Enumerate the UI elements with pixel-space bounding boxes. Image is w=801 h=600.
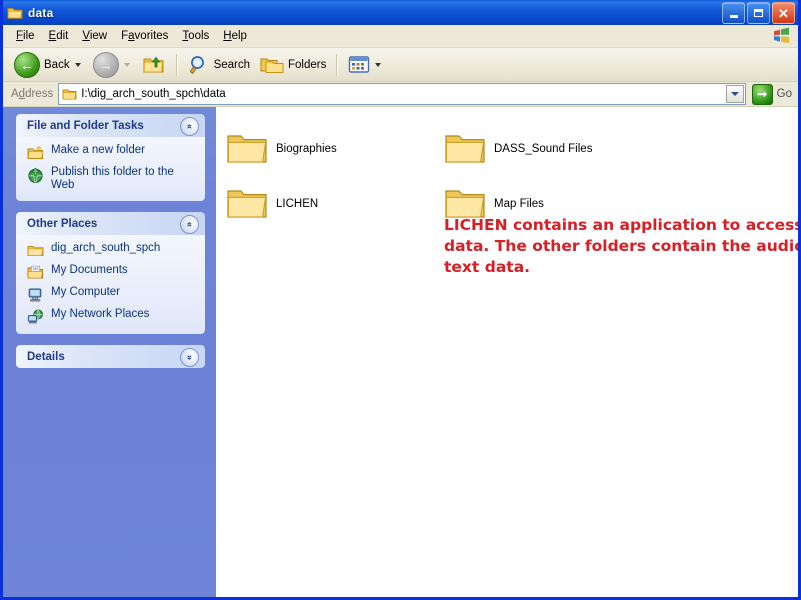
window-title: data: [28, 5, 54, 20]
views-button[interactable]: [343, 52, 388, 78]
panel-title: Other Places: [27, 217, 98, 230]
menu-bar: FFileile Edit View Favorites Tools Help: [3, 25, 798, 48]
panel-title: Details: [27, 350, 65, 363]
up-folder-icon: [142, 54, 166, 76]
maximize-icon: [754, 9, 763, 17]
list-item[interactable]: LICHEN: [216, 176, 434, 231]
place-dig-arch-south-spch[interactable]: dig_arch_south_spch: [27, 242, 197, 259]
new-folder-icon: [27, 145, 44, 161]
address-label: Address: [11, 88, 54, 100]
place-label: My Documents: [51, 264, 128, 276]
title-bar: data ✕: [3, 0, 798, 25]
panel-header-details[interactable]: Details »: [16, 345, 205, 368]
panel-title: File and Folder Tasks: [27, 119, 144, 132]
folder-icon: [27, 243, 44, 259]
folders-icon: [260, 55, 284, 75]
task-publish-this-folder-to-the-web[interactable]: Publish this folder to the Web: [27, 166, 197, 192]
forward-dropdown-icon: [123, 62, 130, 67]
go-arrow-icon: ➞: [751, 83, 773, 105]
publish-web-icon: [27, 167, 44, 183]
menu-item-favorites[interactable]: Favorites: [114, 28, 175, 44]
panel-details: Details »: [16, 345, 205, 368]
annotation-text: LICHEN contains an application to access…: [444, 216, 798, 276]
folder-icon: [226, 187, 268, 221]
back-arrow-icon: ←: [14, 51, 40, 78]
menu-item-view[interactable]: View: [75, 28, 114, 44]
panel-header-other-places[interactable]: Other Places «: [16, 212, 205, 235]
back-label: Back: [44, 58, 70, 71]
title-folder-icon: [7, 6, 23, 20]
place-label: My Computer: [51, 286, 121, 298]
task-label: Publish this folder to the Web: [51, 166, 174, 191]
views-icon: [348, 55, 370, 75]
collapse-chevron-icon[interactable]: «: [180, 117, 199, 136]
my-network-places-icon: [27, 309, 44, 325]
place-label: dig_arch_south_spch: [51, 242, 161, 254]
list-item[interactable]: DASS_Sound Files: [434, 121, 652, 176]
explorer-window: data ✕ FFileile Edit View Favorites Tool…: [0, 0, 801, 600]
address-bar: Address I:\dig_arch_south_spch\data ➞ Go: [3, 82, 798, 107]
address-folder-icon: [62, 89, 77, 99]
toolbar: ← Back → Search Folders: [3, 48, 798, 82]
panel-other-places: Other Places « dig_arch_south_spch My Do…: [16, 212, 205, 334]
search-icon: [188, 54, 210, 76]
chevron-down-icon: [730, 92, 739, 96]
address-input[interactable]: I:\dig_arch_south_spch\data: [58, 83, 746, 105]
menu-item-file[interactable]: FFileile: [9, 28, 42, 44]
folder-icon: [444, 132, 486, 166]
window-body: File and Folder Tasks « Make a new folde…: [3, 107, 798, 597]
panel-body-other-places: dig_arch_south_spch My Documents My Comp…: [16, 235, 205, 334]
address-value: I:\dig_arch_south_spch\data: [81, 88, 226, 100]
toolbar-separator-1: [175, 53, 178, 76]
close-button[interactable]: ✕: [772, 2, 795, 24]
place-my-documents[interactable]: My Documents: [27, 264, 197, 281]
maximize-button[interactable]: [747, 2, 770, 24]
my-computer-icon: [27, 287, 44, 303]
window-controls: ✕: [722, 2, 795, 24]
menu-item-edit[interactable]: Edit: [42, 28, 76, 44]
address-dropdown-button[interactable]: [725, 85, 744, 103]
folder-label: LICHEN: [276, 197, 319, 210]
up-button[interactable]: [137, 52, 171, 78]
folder-label: DASS_Sound Files: [494, 142, 593, 155]
views-dropdown-icon[interactable]: [375, 62, 382, 67]
minimize-button[interactable]: [722, 2, 745, 24]
place-my-computer[interactable]: My Computer: [27, 286, 197, 303]
panel-file-and-folder-tasks: File and Folder Tasks « Make a new folde…: [16, 114, 205, 201]
close-icon: ✕: [778, 5, 789, 21]
search-label: Search: [213, 58, 251, 71]
forward-arrow-icon: →: [92, 51, 119, 78]
folders-button[interactable]: Folders: [255, 52, 331, 78]
menu-item-help[interactable]: Help: [216, 28, 254, 44]
go-button[interactable]: ➞ Go: [751, 83, 792, 105]
expand-chevron-icon[interactable]: »: [180, 348, 199, 367]
folders-label: Folders: [288, 58, 327, 71]
back-button[interactable]: ← Back: [9, 51, 88, 78]
menu-item-tools[interactable]: Tools: [175, 28, 216, 44]
place-my-network-places[interactable]: My Network Places: [27, 308, 197, 325]
task-pane: File and Folder Tasks « Make a new folde…: [3, 107, 216, 597]
file-list-view[interactable]: Biographies DASS_Sound Files LICHEN Map …: [216, 107, 798, 597]
toolbar-separator-2: [336, 53, 339, 76]
panel-header-file-and-folder-tasks[interactable]: File and Folder Tasks «: [16, 114, 205, 137]
folder-label: Map Files: [494, 197, 544, 210]
folder-icon: [226, 132, 268, 166]
forward-button: →: [88, 51, 137, 78]
place-label: My Network Places: [51, 308, 150, 320]
task-make-a-new-folder[interactable]: Make a new folder: [27, 144, 197, 161]
minimize-icon: [729, 14, 738, 18]
list-item[interactable]: Biographies: [216, 121, 434, 176]
go-label: Go: [776, 88, 792, 100]
folder-label: Biographies: [276, 142, 337, 155]
my-documents-icon: [27, 265, 44, 281]
search-button[interactable]: Search: [183, 52, 255, 78]
panel-body-file-and-folder-tasks: Make a new folder Publish this folder to…: [16, 137, 205, 201]
windows-flag-icon: [772, 27, 790, 44]
back-dropdown-icon[interactable]: [74, 62, 81, 67]
collapse-chevron-icon[interactable]: «: [180, 215, 199, 234]
task-label: Make a new folder: [51, 144, 145, 156]
